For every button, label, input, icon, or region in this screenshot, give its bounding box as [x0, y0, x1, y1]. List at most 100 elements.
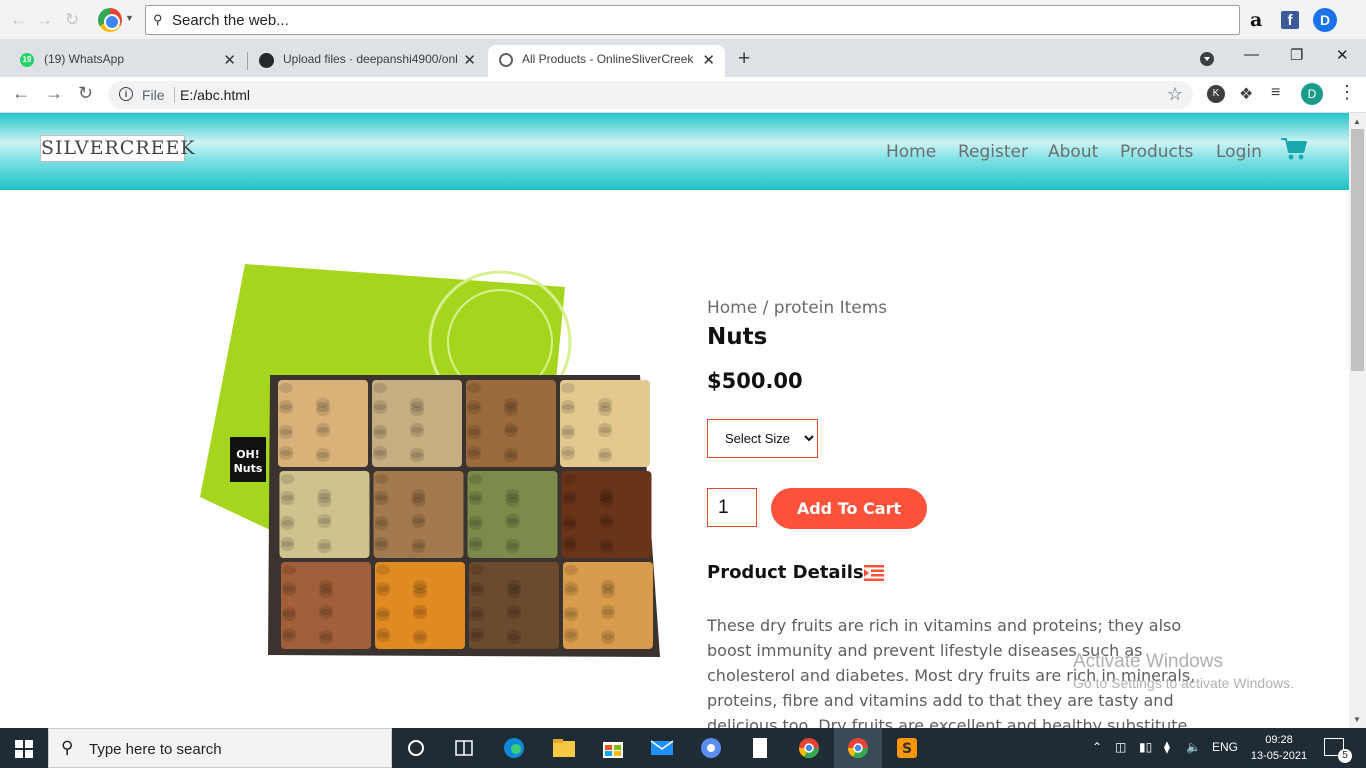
- scroll-up-icon[interactable]: ▲: [1353, 117, 1361, 126]
- chrome-active-icon[interactable]: [845, 736, 871, 760]
- tray-device-icon[interactable]: ◫: [1115, 740, 1126, 754]
- d-app-icon[interactable]: D: [1313, 8, 1337, 32]
- indent-icon[interactable]: [864, 565, 884, 581]
- forward-arrow-icon[interactable]: →: [36, 10, 53, 30]
- forward-icon[interactable]: →: [45, 83, 63, 104]
- page-scrollbar[interactable]: ▲ ▼: [1349, 113, 1366, 728]
- mail-icon[interactable]: [649, 736, 675, 760]
- nut-texture: [562, 537, 577, 547]
- chrome-taskbar-icon[interactable]: [796, 736, 822, 760]
- back-arrow-icon[interactable]: ←: [10, 10, 27, 30]
- nut-texture: [374, 516, 389, 526]
- nav-home[interactable]: Home: [886, 142, 936, 162]
- back-icon[interactable]: ←: [12, 83, 30, 104]
- info-icon[interactable]: i: [119, 87, 133, 101]
- shopping-cart-icon[interactable]: [1280, 137, 1308, 161]
- scroll-down-icon[interactable]: ▼: [1353, 715, 1361, 724]
- nut-texture: [411, 514, 426, 524]
- cortana-icon[interactable]: [403, 736, 429, 760]
- reading-list-icon[interactable]: ≡: [1271, 84, 1280, 102]
- bookmark-star-icon[interactable]: ☆: [1167, 84, 1183, 105]
- launcher-bar: ← → ↻ ▼ ⚲ Search the web... a f D: [0, 0, 1366, 40]
- new-tab-icon[interactable]: +: [738, 47, 750, 71]
- globe-icon: [499, 53, 513, 67]
- notification-center-icon[interactable]: 5: [1324, 738, 1352, 763]
- search-icon: ⚲: [61, 738, 74, 757]
- nut-texture: [317, 489, 332, 499]
- sublime-text-icon[interactable]: S: [894, 736, 920, 760]
- close-icon[interactable]: ✕: [702, 51, 715, 69]
- edge-icon[interactable]: [501, 736, 527, 760]
- nut-texture: [282, 582, 296, 592]
- reload-icon[interactable]: ↻: [65, 10, 79, 30]
- nut-texture: [504, 398, 518, 408]
- scrollbar-thumb[interactable]: [1351, 129, 1364, 371]
- nut-texture: [601, 605, 615, 615]
- breadcrumb[interactable]: Home / protein Items: [707, 298, 887, 318]
- nut-texture: [373, 425, 387, 435]
- nut-texture: [467, 446, 481, 456]
- minimize-icon[interactable]: —: [1244, 46, 1259, 63]
- chromium-icon[interactable]: [698, 736, 724, 760]
- windows-start-icon[interactable]: [15, 740, 33, 758]
- nut-texture: [413, 580, 427, 590]
- nut-texture: [467, 383, 481, 393]
- nut-texture: [598, 423, 612, 433]
- caret-down-icon[interactable]: ▼: [125, 13, 134, 23]
- quantity-input[interactable]: [707, 488, 757, 527]
- reload-icon[interactable]: ↻: [78, 83, 93, 104]
- kebab-menu-icon[interactable]: ⋮: [1338, 82, 1356, 103]
- extension-k-icon[interactable]: K: [1207, 85, 1225, 103]
- nut-texture: [561, 400, 575, 410]
- nut-texture: [470, 607, 484, 617]
- task-view-icon[interactable]: [451, 736, 477, 760]
- tray-chevron-up-icon[interactable]: ⌃: [1092, 740, 1102, 754]
- nut-texture: [413, 605, 427, 615]
- amazon-icon[interactable]: a: [1250, 9, 1262, 31]
- nav-register[interactable]: Register: [958, 142, 1028, 162]
- nut-texture: [561, 446, 575, 456]
- tab-whatsapp[interactable]: 19 (19) WhatsApp ✕: [0, 45, 246, 77]
- taskbar-search[interactable]: ⚲ Type here to search: [48, 728, 392, 768]
- close-icon[interactable]: ✕: [463, 51, 476, 69]
- nut-texture: [317, 514, 332, 524]
- add-to-cart-button[interactable]: Add To Cart: [771, 488, 927, 529]
- nut-texture: [468, 474, 483, 484]
- language-indicator[interactable]: ENG: [1212, 740, 1238, 754]
- close-icon[interactable]: ✕: [223, 51, 236, 69]
- tab-label: All Products - OnlineSliverCreek: [522, 52, 694, 66]
- silvercreek-logo[interactable]: SILVERCREEK: [40, 135, 195, 162]
- chrome-icon[interactable]: [98, 8, 122, 32]
- nut-texture: [373, 446, 387, 456]
- nut-texture: [374, 491, 389, 501]
- url-text[interactable]: E:/abc.html: [180, 87, 250, 103]
- nut-texture: [373, 400, 387, 410]
- nut-texture: [319, 605, 333, 615]
- extensions-puzzle-icon[interactable]: ❖: [1239, 84, 1253, 104]
- store-icon[interactable]: [600, 736, 626, 760]
- size-select[interactable]: Select Size: [707, 419, 818, 458]
- nav-login[interactable]: Login: [1216, 142, 1262, 162]
- nut-texture: [279, 383, 293, 393]
- search-icon: ⚲: [153, 12, 163, 27]
- nav-products[interactable]: Products: [1120, 142, 1193, 162]
- nut-texture: [317, 539, 332, 549]
- maximize-icon[interactable]: ❐: [1290, 46, 1303, 64]
- nav-about[interactable]: About: [1048, 142, 1098, 162]
- window-close-icon[interactable]: ✕: [1336, 46, 1349, 64]
- activate-windows-watermark: Activate Windows Go to Settings to activ…: [1073, 651, 1294, 691]
- battery-icon[interactable]: ▮▯: [1139, 740, 1152, 754]
- clock[interactable]: 09:28 13-05-2021: [1249, 732, 1309, 764]
- wifi-icon[interactable]: ⧫: [1164, 740, 1170, 754]
- volume-icon[interactable]: 🔈: [1186, 740, 1201, 754]
- tab-search-icon[interactable]: [1200, 52, 1214, 66]
- facebook-icon[interactable]: f: [1281, 11, 1299, 29]
- clock-date: 13-05-2021: [1250, 750, 1308, 762]
- profile-avatar[interactable]: D: [1301, 83, 1323, 105]
- omnibox[interactable]: i File E:/abc.html ☆: [108, 81, 1193, 109]
- document-icon[interactable]: [747, 736, 773, 760]
- tab-github[interactable]: Upload files · deepanshi4900/onl ✕: [248, 45, 486, 77]
- web-search-box[interactable]: ⚲ Search the web...: [145, 5, 1240, 35]
- tab-all-products[interactable]: All Products - OnlineSliverCreek ✕: [488, 45, 725, 77]
- file-explorer-icon[interactable]: [551, 736, 577, 760]
